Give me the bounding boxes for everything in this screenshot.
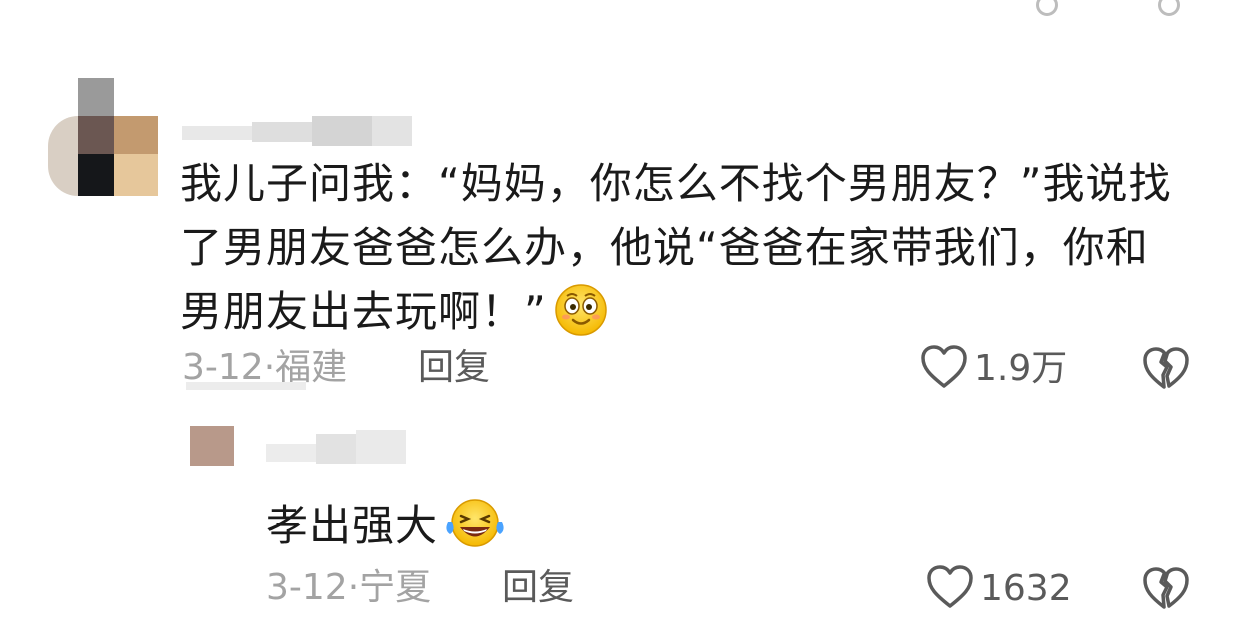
reply-location: 宁夏 — [359, 567, 432, 608]
reply-like-count: 1632 — [980, 568, 1072, 609]
comment-body: 我儿子问我：“妈妈，你怎么不找个男朋友？”我说找了男朋友爸爸怎么办，他说“爸爸在… — [180, 159, 1172, 336]
username-blurred[interactable] — [182, 116, 432, 146]
top-menu-icon-right[interactable] — [1158, 0, 1180, 16]
reply-body: 孝出强大 — [266, 501, 439, 550]
heart-outline-icon — [920, 344, 968, 394]
comment-text: 我儿子问我：“妈妈，你怎么不找个男朋友？”我说找了男朋友爸爸怎么办，他说“爸爸在… — [180, 152, 1180, 356]
reply-like-button[interactable]: 1632 — [926, 564, 1072, 614]
reply-reply-button[interactable]: 回复 — [502, 568, 574, 608]
broken-heart-icon[interactable] — [1142, 566, 1190, 616]
laughing-tears-icon — [444, 496, 506, 564]
comment-reply-button[interactable]: 回复 — [418, 348, 490, 388]
reply-date: 3-12· — [266, 567, 360, 608]
reply-text: 孝出强大 — [266, 496, 506, 564]
comment-like-button[interactable]: 1.9万 — [920, 344, 1067, 394]
reply-meta: 3-12·宁夏 — [266, 568, 431, 608]
heart-outline-icon — [926, 564, 974, 614]
broken-heart-icon[interactable] — [1142, 346, 1190, 396]
top-menu-icon-left[interactable] — [1036, 0, 1058, 16]
reply-username-blurred[interactable] — [266, 430, 406, 466]
meta-blur — [186, 382, 306, 390]
comment-like-count: 1.9万 — [974, 348, 1068, 389]
smiling-face-icon — [553, 282, 609, 356]
avatar[interactable] — [48, 78, 158, 196]
reply-avatar[interactable] — [190, 426, 234, 466]
